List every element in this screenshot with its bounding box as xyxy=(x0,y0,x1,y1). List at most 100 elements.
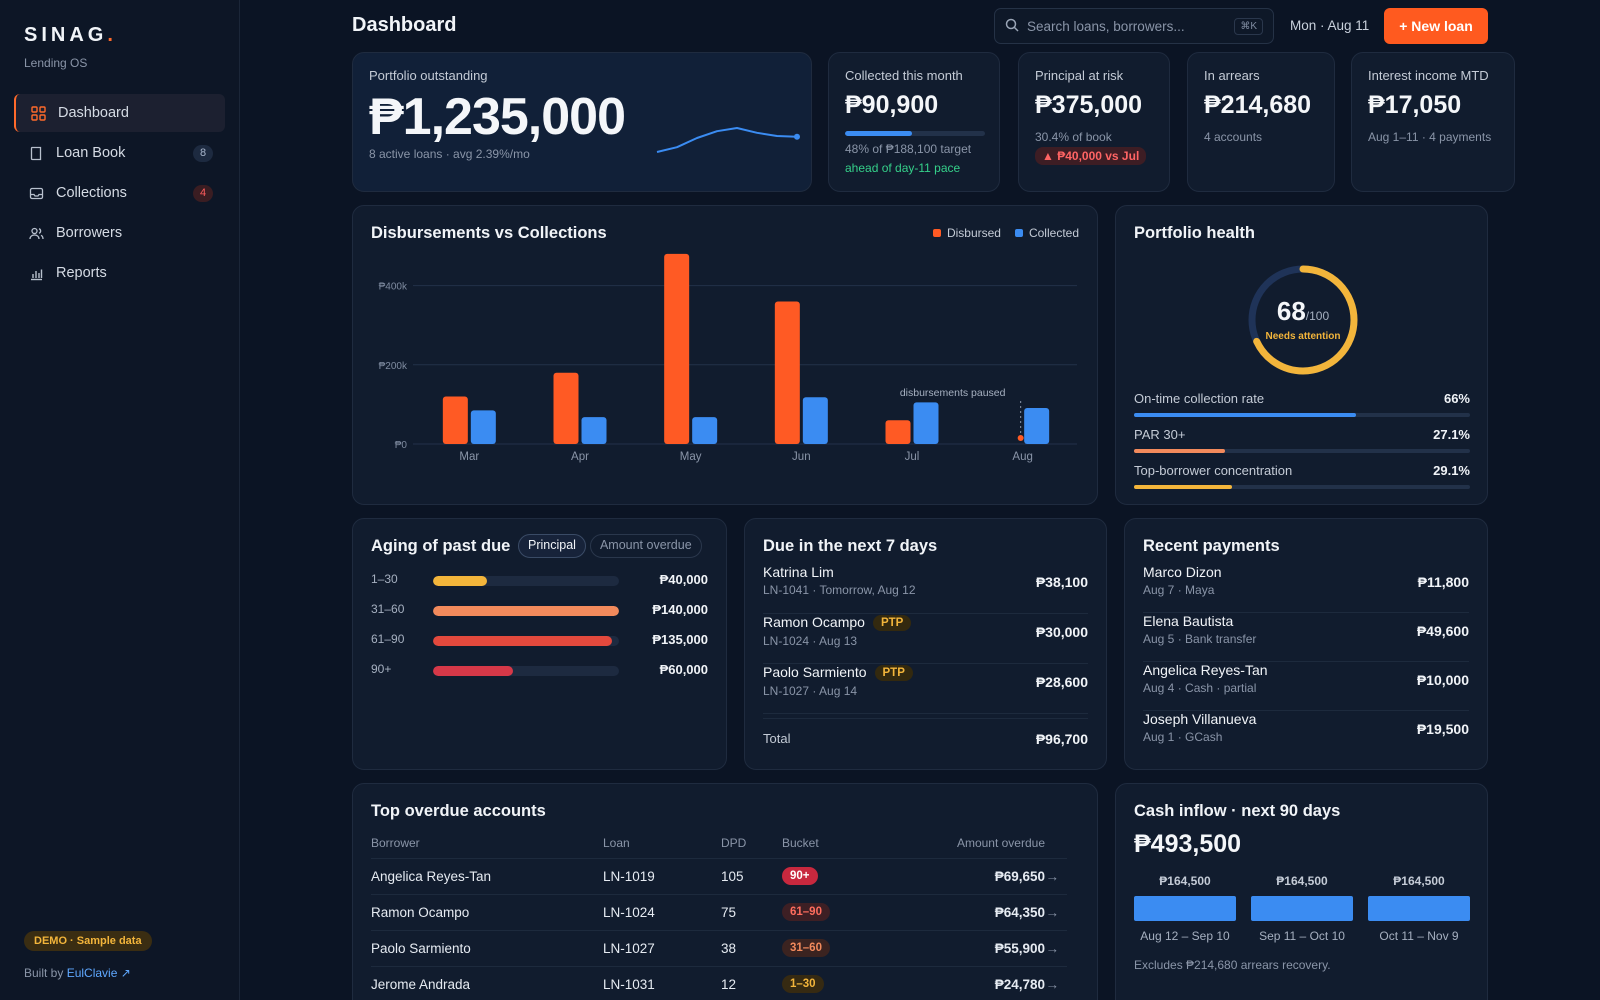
table-row[interactable]: Angelica Reyes-Tan LN-1019 105 90+ ₱69,6… xyxy=(371,858,1067,895)
column-header[interactable]: Amount overdue xyxy=(892,834,1067,859)
arrow-right-icon[interactable]: → xyxy=(1046,977,1060,992)
kpi-arrears-card[interactable]: In arrears ₱214,680 4 accounts xyxy=(1187,52,1335,192)
x-tick-label: May xyxy=(680,451,702,463)
list-item[interactable]: Joseph Villanueva Aug 1 · GCash ₱19,500 xyxy=(1143,711,1469,760)
table-row[interactable]: Ramon Ocampo LN-1024 75 61–90 ₱64,350 → xyxy=(371,894,1067,931)
table-header-row: Borrower Loan DPD Bucket Amount overdue xyxy=(371,834,1067,859)
list-item[interactable]: Elena Bautista Aug 5 · Bank transfer ₱49,6… xyxy=(1143,613,1469,662)
author-link[interactable]: EulClavie ↗ xyxy=(67,966,131,980)
sidebar-item-borrowers[interactable]: Borrowers xyxy=(14,214,225,252)
health-score: 68/100 xyxy=(1245,296,1361,327)
due-amount: ₱28,600 xyxy=(1035,674,1088,690)
brand-subtitle: Lending OS xyxy=(24,56,88,70)
due-total-row: Total ₱96,700 xyxy=(763,718,1088,747)
bucket-cell: 61–90 xyxy=(782,894,892,931)
toggle-principal[interactable]: Principal xyxy=(518,534,586,558)
kpi-risk-card[interactable]: Principal at risk ₱375,000 30.4% of book… xyxy=(1018,52,1170,192)
dpd-cell: 75 xyxy=(721,894,782,931)
payment-amount: ₱19,500 xyxy=(1416,721,1469,737)
sidebar-item-reports[interactable]: Reports xyxy=(14,254,225,292)
cash-inflow-card: Cash inflow · next 90 days ₱493,500 ₱164… xyxy=(1115,783,1488,1000)
list-item[interactable]: Paolo Sarmiento PTP LN-1027 · Aug 14 ₱28,… xyxy=(763,664,1088,714)
ptp-badge: PTP xyxy=(874,665,913,681)
aging-bucket: 1–30 xyxy=(371,572,398,586)
sidebar-item-loan-book[interactable]: Loan Book 8 xyxy=(14,134,225,172)
arrow-right-icon[interactable]: → xyxy=(1046,941,1060,956)
column-header[interactable]: Bucket xyxy=(782,834,892,859)
arrow-right-icon[interactable]: → xyxy=(1046,905,1060,920)
kpi-value: ₱214,680 xyxy=(1204,91,1312,119)
toggle-amount-overdue[interactable]: Amount overdue xyxy=(589,534,702,558)
search-input[interactable] xyxy=(1027,18,1235,34)
borrower-cell: Paolo Sarmiento xyxy=(371,930,603,967)
list-item[interactable]: Ramon Ocampo PTP LN-1024 · Aug 13 ₱30,000 xyxy=(763,614,1088,664)
book-icon xyxy=(28,145,44,161)
period-label: Aug 12 – Sep 10 xyxy=(1140,929,1230,943)
arrow-right-icon[interactable]: → xyxy=(1046,869,1060,884)
aging-title: Aging of past due xyxy=(371,537,511,555)
cash-title: Cash inflow · next 90 days xyxy=(1134,802,1341,820)
borrower-cell: Ramon Ocampo xyxy=(371,894,603,931)
built-by: Built by EulClavie ↗ xyxy=(24,966,131,980)
metric-bar-fill xyxy=(1134,413,1356,417)
bucket-badge: 1–30 xyxy=(782,975,824,993)
sidebar-item-label: Borrowers xyxy=(56,225,123,241)
aging-bar-fill xyxy=(433,606,619,616)
due-title: Due in the next 7 days xyxy=(763,537,938,555)
metric-concentration: Top-borrower concentration 29.1% xyxy=(1134,463,1470,489)
table-row[interactable]: Jerome Andrada LN-1031 12 1–30 ₱24,780 → xyxy=(371,966,1067,1000)
sidebar-item-label: Collections xyxy=(56,185,127,201)
bar-disbursed-jul xyxy=(885,420,911,444)
kpi-label: Collected this month xyxy=(845,68,963,83)
new-loan-button[interactable]: + New loan xyxy=(1384,8,1488,44)
sidebar-item-collections[interactable]: Collections 4 xyxy=(14,174,225,212)
cash-period[interactable]: ₱164,500 Sep 11 – Oct 10 xyxy=(1251,874,1353,943)
kpi-sub: 30.4% of book xyxy=(1035,130,1112,144)
bar-collected-aug xyxy=(1024,408,1050,444)
aging-bar xyxy=(433,606,619,616)
bar-chart-icon xyxy=(28,265,44,281)
kpi-portfolio-card[interactable]: Portfolio outstanding ₱1,235,000 8 activ… xyxy=(352,52,812,192)
sidebar-item-dashboard[interactable]: Dashboard xyxy=(14,94,225,132)
search-shortcut-hint: ⌘K xyxy=(1234,17,1263,35)
due-amount: ₱38,100 xyxy=(1035,574,1088,590)
kpi-label: Portfolio outstanding xyxy=(369,68,488,83)
inbox-icon xyxy=(28,185,44,201)
aging-bar xyxy=(433,666,619,676)
period-bar xyxy=(1134,896,1236,921)
loan-cell: LN-1027 xyxy=(603,930,721,967)
aging-amount: ₱60,000 xyxy=(659,662,708,677)
amount-cell: ₱69,650 → xyxy=(892,858,1067,895)
list-item[interactable]: Angelica Reyes-Tan Aug 4 · Cash · partial… xyxy=(1143,662,1469,711)
search-box[interactable]: ⌘K xyxy=(994,8,1274,44)
grid-icon xyxy=(30,105,46,121)
column-header[interactable]: Borrower xyxy=(371,834,603,859)
borrower-name: Paolo Sarmiento xyxy=(763,664,867,680)
kpi-interest-card[interactable]: Interest income MTD ₱17,050 Aug 1–11 · 4… xyxy=(1351,52,1515,192)
aging-amount: ₱135,000 xyxy=(652,632,708,647)
list-item[interactable]: Marco Dizon Aug 7 · Maya ₱11,800 xyxy=(1143,564,1469,613)
column-header[interactable]: Loan xyxy=(603,834,721,859)
aging-row: 31–60 ₱140,000 xyxy=(371,602,708,620)
risk-delta-badge: ▲ ₱40,000 vs Jul xyxy=(1035,147,1147,165)
payment-amount: ₱49,600 xyxy=(1416,623,1469,639)
search-icon xyxy=(1005,18,1019,35)
aging-bar xyxy=(433,636,619,646)
score-max: /100 xyxy=(1305,309,1330,323)
kpi-collected-card[interactable]: Collected this month ₱90,900 48% of ₱188… xyxy=(828,52,1000,192)
table-row[interactable]: Paolo Sarmiento LN-1027 38 31–60 ₱55,900… xyxy=(371,930,1067,967)
brand-logo[interactable]: SINAG. xyxy=(24,24,117,47)
period-amount: ₱164,500 xyxy=(1393,874,1445,888)
kpi-label: Interest income MTD xyxy=(1368,68,1489,83)
column-header[interactable]: DPD xyxy=(721,834,782,859)
aging-row: 90+ ₱60,000 xyxy=(371,662,708,680)
cash-period[interactable]: ₱164,500 Oct 11 – Nov 9 xyxy=(1368,874,1470,943)
demo-badge: DEMO · Sample data xyxy=(24,931,152,951)
kpi-value: ₱90,900 xyxy=(845,91,939,119)
cash-period[interactable]: ₱164,500 Aug 12 – Sep 10 xyxy=(1134,874,1236,943)
bucket-cell: 1–30 xyxy=(782,966,892,1000)
aging-bar-fill xyxy=(433,636,612,646)
list-item[interactable]: Katrina Lim LN-1041 · Tomorrow, Aug 12 ₱… xyxy=(763,564,1088,614)
x-tick-label: Aug xyxy=(1012,451,1032,463)
x-tick-label: Mar xyxy=(459,451,479,463)
